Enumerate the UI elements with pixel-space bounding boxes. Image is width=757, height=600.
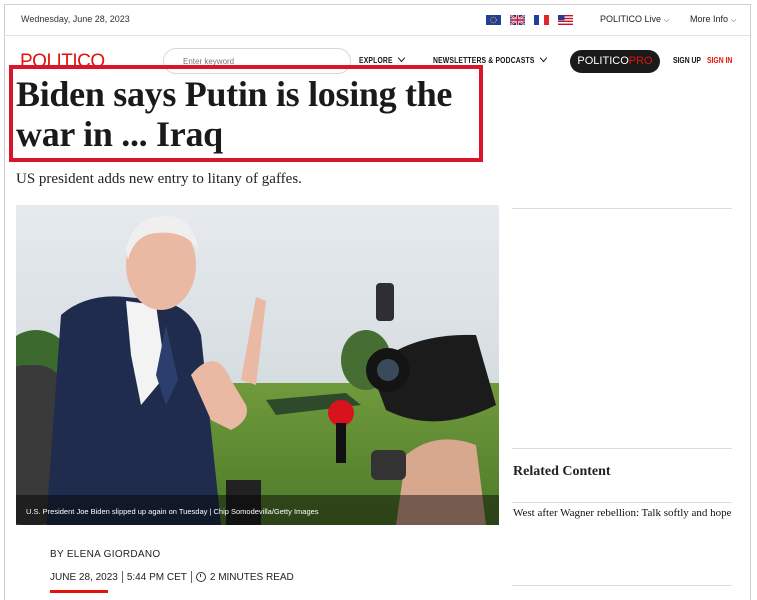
politico-live-menu[interactable]: POLITICO Live ⌵ bbox=[600, 14, 669, 25]
pro-prefix: POLITICO bbox=[577, 55, 629, 67]
more-info-label: More Info bbox=[690, 14, 729, 24]
politico-pro-button[interactable]: POLITICOPRO bbox=[570, 50, 660, 73]
sidebar-divider bbox=[512, 585, 732, 586]
newsletters-podcasts-menu[interactable]: NEWSLETTERS & PODCASTS bbox=[433, 53, 547, 65]
sidebar-divider bbox=[512, 208, 732, 209]
chevron-down-icon: ⌵ bbox=[664, 17, 670, 24]
uk-flag-icon[interactable] bbox=[510, 15, 525, 25]
politico-live-label: POLITICO Live bbox=[600, 14, 662, 24]
sign-up-link[interactable]: SIGN UP bbox=[673, 56, 701, 65]
related-article-link[interactable]: West after Wagner rebellion: Talk softly… bbox=[513, 507, 745, 519]
related-content-title: Related Content bbox=[513, 464, 611, 479]
sidebar-divider bbox=[512, 502, 732, 503]
utility-bar: Wednesday, June 28, 2023 POLITICO Live ⌵ … bbox=[5, 5, 750, 36]
article-dek: US president adds new entry to litany of… bbox=[16, 171, 302, 187]
publish-time: 5:44 PM CET bbox=[126, 571, 187, 583]
eu-flag-icon[interactable] bbox=[486, 15, 501, 25]
article-meta: JUNE 28, 2023 5:44 PM CET 2 MINUTES READ bbox=[50, 571, 294, 583]
explore-label: EXPLORE bbox=[359, 56, 393, 65]
read-time: 2 MINUTES READ bbox=[209, 571, 294, 583]
sign-in-link[interactable]: SIGN IN bbox=[707, 56, 732, 65]
article-headline: Biden says Putin is losing the war in ..… bbox=[16, 74, 453, 154]
edition-flags bbox=[486, 15, 573, 25]
newsletters-label: NEWSLETTERS & PODCASTS bbox=[433, 56, 535, 65]
sidebar-divider bbox=[512, 448, 732, 449]
meta-divider bbox=[190, 571, 192, 583]
meta-divider bbox=[121, 571, 123, 583]
clock-icon bbox=[195, 572, 206, 582]
more-info-menu[interactable]: More Info ⌵ bbox=[690, 14, 736, 25]
photo-illustration bbox=[16, 205, 499, 525]
photo-caption: U.S. President Joe Biden slipped up agai… bbox=[26, 507, 319, 516]
us-flag-icon[interactable] bbox=[558, 15, 573, 25]
explore-menu[interactable]: EXPLORE bbox=[359, 53, 405, 65]
publish-date: JUNE 28, 2023 bbox=[50, 571, 118, 583]
author-byline[interactable]: BY ELENA GIORDANO bbox=[50, 549, 161, 560]
current-date: Wednesday, June 28, 2023 bbox=[21, 14, 130, 24]
article-photo: U.S. President Joe Biden slipped up agai… bbox=[16, 205, 499, 525]
chevron-down-icon bbox=[539, 53, 547, 63]
france-flag-icon[interactable] bbox=[534, 15, 549, 25]
pro-suffix: PRO bbox=[628, 55, 653, 67]
accent-bar bbox=[50, 590, 108, 593]
chevron-down-icon: ⌵ bbox=[731, 17, 737, 24]
chevron-down-icon bbox=[397, 53, 405, 63]
